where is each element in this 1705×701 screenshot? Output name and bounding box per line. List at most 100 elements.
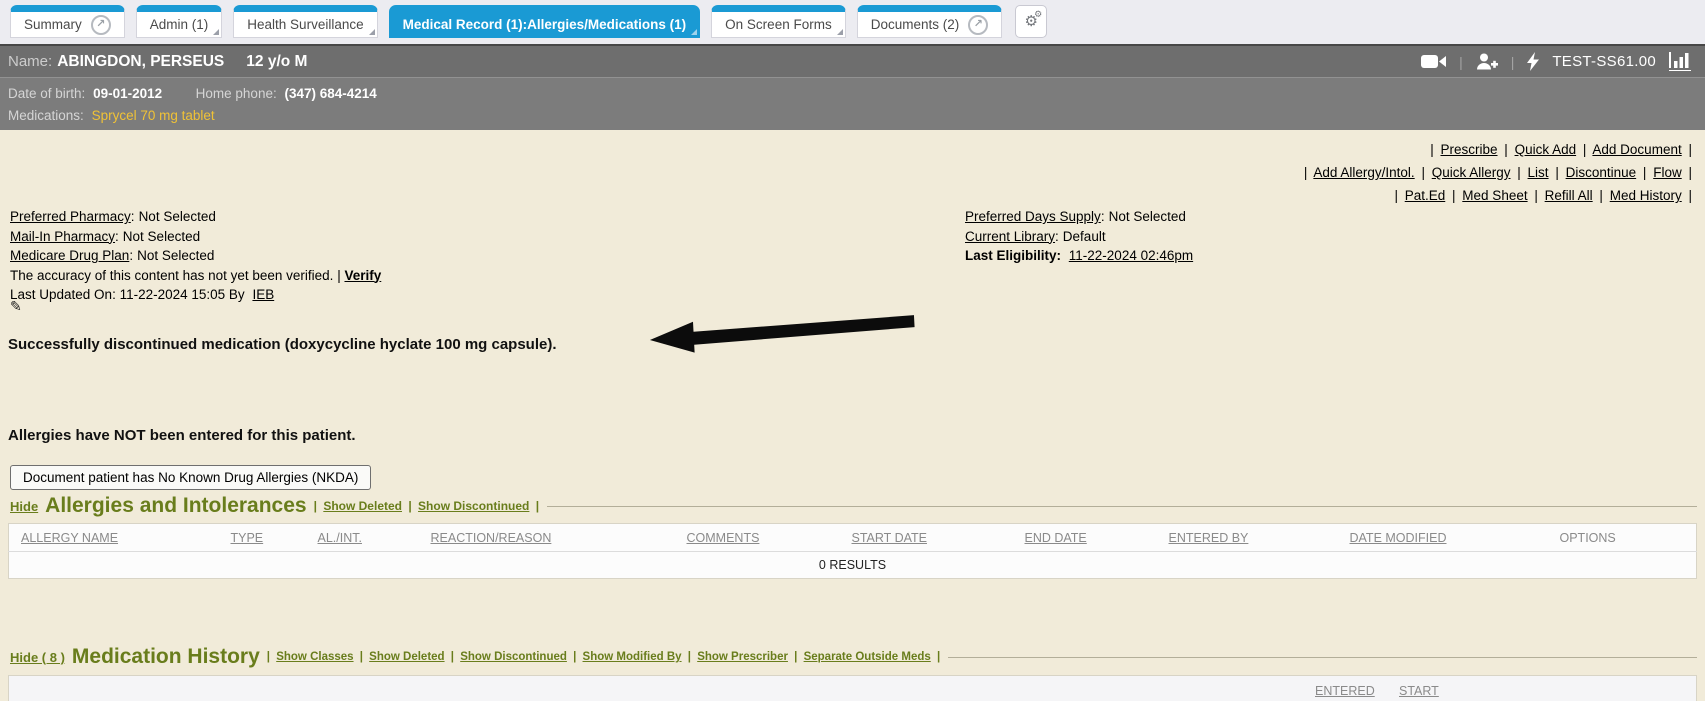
patient-bar-tools: | | TEST-SS61.00 [1421,52,1691,71]
allergies-section-header: Hide Allergies and Intolerances | Show D… [10,494,1697,518]
last-eligibility-link[interactable]: 11-22-2024 02:46pm [1069,248,1193,263]
col-type[interactable]: TYPE [231,524,318,552]
separator: | [1452,188,1456,203]
medicare-drug-plan-link[interactable]: Medicare Drug Plan [10,248,129,263]
separator: | [794,651,797,663]
lightning-bolt-icon[interactable] [1527,52,1539,71]
separator: | [1511,54,1515,70]
current-library-value: Default [1063,229,1106,244]
tab-summary[interactable]: Summary ↗ [10,5,125,38]
accuracy-row: The accuracy of this content has not yet… [10,266,381,286]
verify-link[interactable]: Verify [344,268,381,283]
tab-on-screen-forms-label: On Screen Forms [725,17,832,32]
colon: : [129,248,133,263]
mail-in-pharmacy-link[interactable]: Mail-In Pharmacy [10,229,115,244]
allergies-show-deleted-link[interactable]: Show Deleted [323,499,402,513]
mail-in-pharmacy-row: Mail-In Pharmacy:Not Selected [10,227,381,247]
patient-name-bar: Name: ABINGDON, PERSEUS 12 y/o M | | TES… [0,44,1705,77]
tab-admin[interactable]: Admin (1) [136,5,223,38]
dob-value: 09-01-2012 [93,86,162,101]
list-link[interactable]: List [1528,165,1549,180]
separator: | [536,499,539,513]
nkda-button[interactable]: Document patient has No Known Drug Aller… [10,465,371,490]
col-allergy-name[interactable]: ALLERGY NAME [9,524,231,552]
rx-settings-block: Preferred Days Supply:Not Selected Curre… [965,207,1193,266]
tab-documents[interactable]: Documents (2) ↗ [857,5,1003,38]
separator: | [360,651,363,663]
med-show-deleted-link[interactable]: Show Deleted [369,651,444,663]
separator: | [1688,142,1692,157]
tab-bar: Summary ↗ Admin (1) Health Surveillance … [0,0,1705,44]
quick-add-link[interactable]: Quick Add [1515,142,1577,157]
current-library-link[interactable]: Current Library [965,229,1055,244]
video-camera-icon[interactable] [1421,54,1446,69]
medication-history-title: Medication History [72,645,260,669]
medications-value: Sprycel 70 mg tablet [92,108,215,123]
pat-ed-link[interactable]: Pat.Ed [1405,188,1446,203]
show-prescriber-link[interactable]: Show Prescriber [697,651,788,663]
medication-history-table: ENTERED START DRUG NAME SIG QTY REF COMM… [8,675,1697,701]
last-updated-text: Last Updated On: 11-22-2024 15:05 By [10,287,245,302]
medicare-drug-plan-row: Medicare Drug Plan:Not Selected [10,246,381,266]
discontinue-link[interactable]: Discontinue [1566,165,1637,180]
settings-button[interactable]: ⚙ ⚙ [1015,5,1047,38]
add-person-icon[interactable] [1476,53,1498,70]
mail-in-pharmacy-value: Not Selected [123,229,200,244]
gear-small-icon: ⚙ [1034,10,1042,19]
tab-medical-record[interactable]: Medical Record (1):Allergies/Medications… [389,5,701,38]
col-date-modified[interactable]: DATE MODIFIED [1350,524,1560,552]
med-col-entered[interactable]: ENTERED [1315,684,1375,698]
popout-icon[interactable]: ↗ [968,15,988,35]
popout-icon[interactable]: ↗ [91,15,111,35]
separator: | [1504,142,1508,157]
col-end-date[interactable]: END DATE [1025,524,1169,552]
arrow-up-right-icon: ↗ [96,19,105,30]
col-al-int[interactable]: AL./INT. [318,524,431,552]
separator: | [1688,188,1692,203]
edit-pencil-icon[interactable]: ✎ [10,298,22,315]
tab-health-surveillance[interactable]: Health Surveillance [233,5,377,38]
section-rule [948,657,1697,658]
col-reaction-reason[interactable]: REACTION/REASON [431,524,687,552]
col-start-date[interactable]: START DATE [852,524,1025,552]
allergies-show-discontinued-link[interactable]: Show Discontinued [418,499,529,513]
preferred-pharmacy-link[interactable]: Preferred Pharmacy [10,209,131,224]
allergies-hide-link[interactable]: Hide [10,499,38,514]
last-eligibility-label: Last Eligibility: [965,248,1061,263]
col-entered-by[interactable]: ENTERED BY [1169,524,1350,552]
medication-hide-link[interactable]: Hide ( 8 ) [10,650,65,665]
med-sheet-link[interactable]: Med Sheet [1462,188,1527,203]
med-col-start[interactable]: START [1399,684,1439,698]
medication-history-section: Hide ( 8 ) Medication History | Show Cla… [10,645,1697,701]
bar-chart-icon[interactable] [1669,52,1691,71]
col-comments[interactable]: COMMENTS [687,524,852,552]
dob-label: Date of birth: [8,86,85,101]
tab-dropdown-fold-icon [837,29,843,35]
results-count: 0 RESULTS [9,552,1697,579]
med-history-link[interactable]: Med History [1610,188,1682,203]
add-allergy-intol-link[interactable]: Add Allergy/Intol. [1313,165,1414,180]
separator: | [267,651,270,663]
add-document-link[interactable]: Add Document [1592,142,1681,157]
patient-demographics-bar: Date of birth: 09-01-2012 Home phone: (3… [0,77,1705,130]
main-content: | Prescribe | Quick Add | Add Document |… [0,130,1705,701]
separator: | [1534,188,1538,203]
separator: | [451,651,454,663]
refill-all-link[interactable]: Refill All [1545,188,1593,203]
separator: | [1459,54,1463,70]
tab-on-screen-forms[interactable]: On Screen Forms [711,5,846,38]
quick-allergy-link[interactable]: Quick Allergy [1432,165,1511,180]
updated-by-link[interactable]: IEB [252,287,274,302]
last-updated-row: Last Updated On: 11-22-2024 15:05 By IEB [10,285,381,305]
show-classes-link[interactable]: Show Classes [276,651,353,663]
flow-link[interactable]: Flow [1653,165,1682,180]
separator: | [573,651,576,663]
show-modified-by-link[interactable]: Show Modified By [583,651,682,663]
col-options: OPTIONS [1560,524,1697,552]
prescribe-link[interactable]: Prescribe [1440,142,1497,157]
preferred-days-supply-link[interactable]: Preferred Days Supply [965,209,1101,224]
allergies-section: Hide Allergies and Intolerances | Show D… [10,494,1697,579]
separate-outside-meds-link[interactable]: Separate Outside Meds [804,651,931,663]
tab-documents-label: Documents (2) [871,17,960,32]
med-show-discontinued-link[interactable]: Show Discontinued [460,651,567,663]
